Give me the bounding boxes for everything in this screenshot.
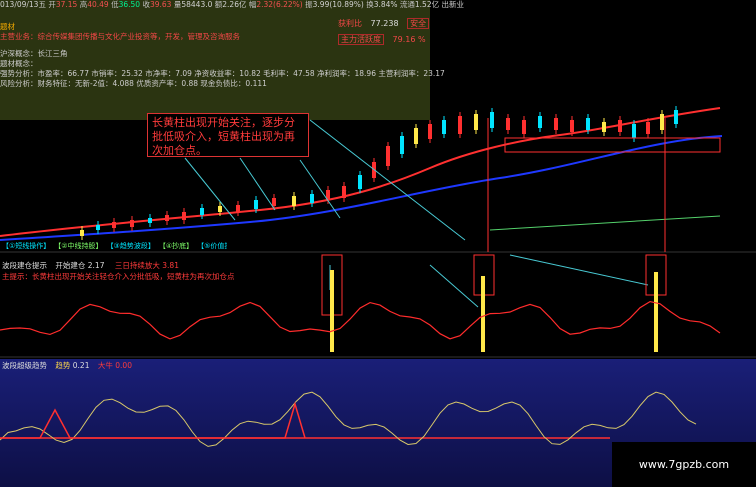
candle-body[interactable] [272,198,276,206]
candle-body[interactable] [130,220,134,227]
annotation-arrow [429,264,479,308]
candle-body[interactable] [490,112,494,128]
candle-body[interactable] [586,118,590,130]
yellow-signal-bar [330,270,334,352]
candle-body[interactable] [342,186,346,198]
candle-body[interactable] [292,196,296,206]
candle-body[interactable] [632,124,636,138]
candle-body[interactable] [358,175,362,189]
chart-overlay [0,106,756,447]
candle-body[interactable] [112,222,116,228]
annotation-arrow [309,119,466,241]
candle-body[interactable] [522,120,526,134]
candle-body[interactable] [165,215,169,221]
candle-body[interactable] [148,218,152,223]
candle-body[interactable] [538,116,542,128]
candle-body[interactable] [646,122,650,134]
candle-body[interactable] [458,116,462,134]
candle-body[interactable] [414,128,418,144]
oscillator-red-line [0,300,721,340]
candle-body[interactable] [182,212,186,220]
candle-body[interactable] [80,230,84,236]
candle-body[interactable] [96,225,100,230]
candle-body[interactable] [236,205,240,212]
yellow-signal-bar [654,272,658,352]
annotation-arrow [299,159,341,219]
candle-body[interactable] [570,120,574,132]
candle-body[interactable] [506,118,510,130]
ma-green-line [489,215,721,231]
candle-body[interactable] [618,120,622,132]
candle-body[interactable] [400,136,404,154]
candle-body[interactable] [602,122,606,132]
candle-body[interactable] [310,194,314,203]
candle-body[interactable] [428,124,432,139]
candle-body[interactable] [442,120,446,134]
candle-body[interactable] [674,110,678,124]
candle-body[interactable] [218,206,222,212]
candle-body[interactable] [200,208,204,215]
yellow-signal-bar [481,276,485,352]
candle-body[interactable] [554,118,558,130]
candle-body[interactable] [474,114,478,130]
annotation-arrow [184,157,236,221]
candle-body[interactable] [386,146,390,166]
candle-body[interactable] [660,114,664,130]
candle-body[interactable] [254,200,258,209]
annotation-arrow [509,254,649,286]
